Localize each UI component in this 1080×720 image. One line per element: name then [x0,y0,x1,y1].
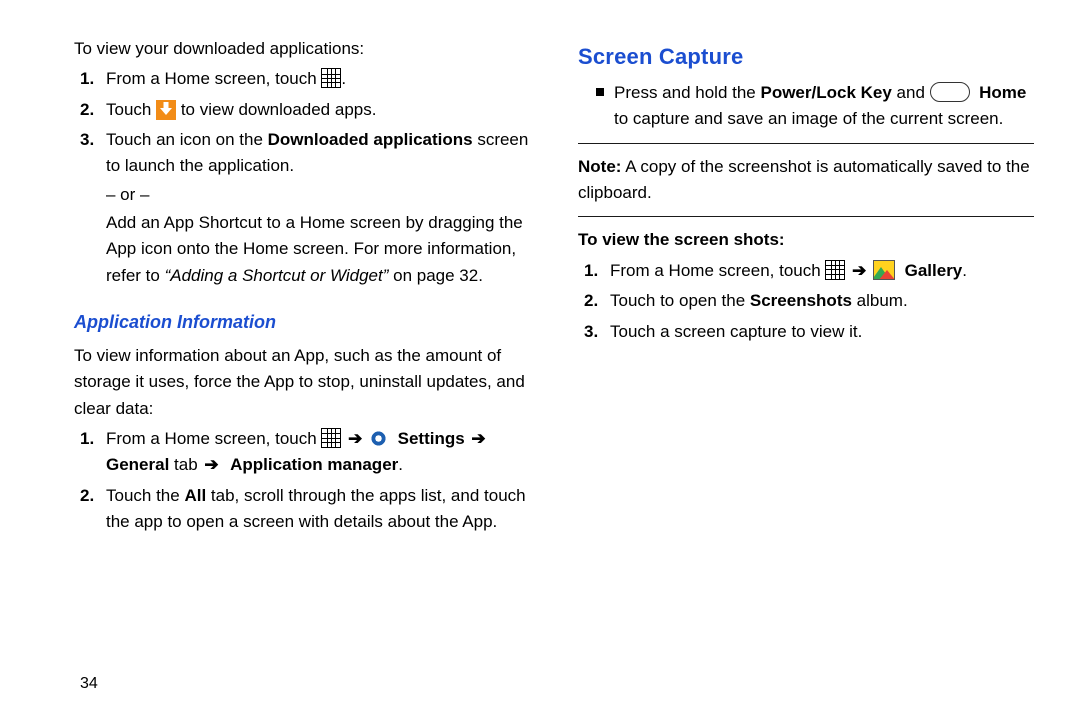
left-step-3-or: – or – [106,182,530,208]
left-step-3-cont: Add an App Shortcut to a Home screen by … [106,210,530,289]
view-screenshots-heading: To view the screen shots: [578,227,1034,253]
view-step-3: Touch a screen capture to view it. [578,319,1034,345]
page-number: 34 [80,672,98,697]
square-bullet-icon [596,88,604,96]
capture-bullet: Press and hold the Power/Lock Key and Ho… [578,80,1034,133]
apps-grid-icon [825,260,845,280]
gallery-icon [873,260,895,280]
app-info-intro: To view information about an App, such a… [74,343,530,422]
divider [578,216,1034,217]
divider [578,143,1034,144]
left-step-1: From a Home screen, touch . [74,66,530,92]
right-column: Screen Capture Press and hold the Power/… [578,36,1034,539]
view-step-2: Touch to open the Screenshots album. [578,288,1034,314]
view-steps: From a Home screen, touch ➔ Gallery. Tou… [578,258,1034,345]
apps-grid-icon [321,68,341,88]
screen-capture-heading: Screen Capture [578,40,1034,74]
app-info-step-2: Touch the All tab, scroll through the ap… [74,483,530,536]
left-column: To view your downloaded applications: Fr… [74,36,530,539]
app-info-step-1: From a Home screen, touch ➔ Settings ➔ G… [74,426,530,479]
view-step-1: From a Home screen, touch ➔ Gallery. [578,258,1034,284]
app-info-heading: Application Information [74,309,530,337]
settings-gear-icon [369,429,388,448]
left-steps: From a Home screen, touch . Touch to vie… [74,66,530,289]
download-icon [156,100,176,120]
home-key-pill-icon [930,82,970,102]
left-step-2: Touch to view downloaded apps. [74,97,530,123]
apps-grid-icon [321,428,341,448]
left-intro: To view your downloaded applications: [74,36,530,62]
left-step-3: Touch an icon on the Downloaded applicat… [74,127,530,289]
note-block: Note: A copy of the screenshot is automa… [578,154,1034,207]
app-info-steps: From a Home screen, touch ➔ Settings ➔ G… [74,426,530,535]
